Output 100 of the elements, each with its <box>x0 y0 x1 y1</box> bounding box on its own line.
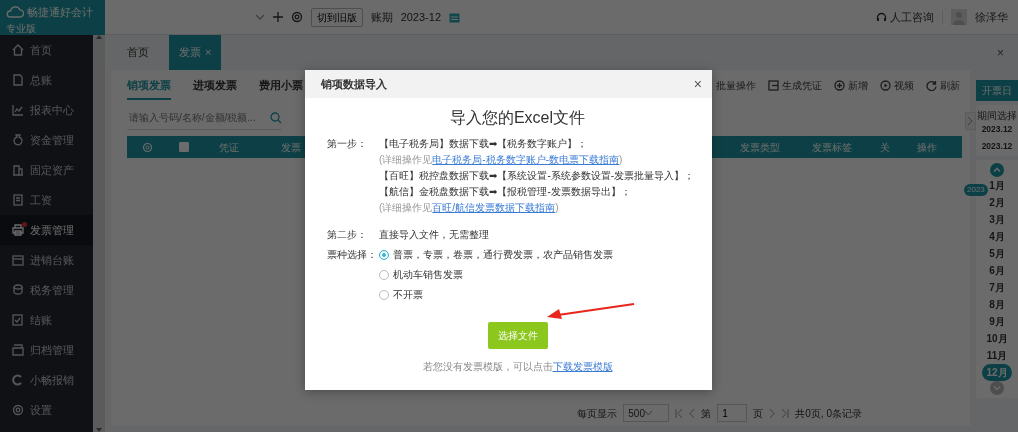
month-item[interactable]: 10月 <box>982 329 1012 347</box>
user-name[interactable]: 徐泽华 <box>975 8 1008 26</box>
toolbar-button[interactable]: 批量操作 <box>716 77 756 93</box>
column-header: 凭证 <box>218 140 239 155</box>
step-note: (详细操作见电子税务局-税务数字账户-数电票下载指南) <box>379 153 624 167</box>
month-item[interactable]: 6月 <box>985 261 1009 279</box>
column-header: 操作 <box>917 140 937 155</box>
search-icon[interactable] <box>270 111 282 124</box>
radio-button[interactable] <box>379 269 389 280</box>
chevron-up-icon[interactable] <box>990 162 1004 177</box>
plus-circle-icon <box>834 79 845 91</box>
switch-version-button[interactable]: 切到旧版 <box>310 7 363 27</box>
next-page-icon[interactable] <box>769 408 776 418</box>
export-icon <box>768 79 779 91</box>
column-header: 发票标签 <box>812 140 852 155</box>
first-page-icon[interactable] <box>675 408 684 418</box>
settings-icon <box>12 404 24 416</box>
month-item[interactable]: 1月 <box>985 176 1009 194</box>
checkbox[interactable] <box>178 142 189 152</box>
page-tab[interactable]: 发票 × <box>169 35 222 70</box>
page-tab[interactable]: 首页 <box>117 35 159 70</box>
month-item[interactable]: 2月 <box>985 193 1009 211</box>
radio-option[interactable]: 机动车销售发票 <box>379 267 708 282</box>
month-item[interactable]: 12月 <box>982 363 1012 381</box>
month-item[interactable]: 9月 <box>985 312 1009 330</box>
month-item[interactable]: 7月 <box>985 278 1009 296</box>
settings-icon[interactable] <box>290 11 303 23</box>
step-note: (详细操作见百旺/航信发票数据下载指南) <box>379 201 560 215</box>
close-button[interactable]: × <box>693 77 702 91</box>
toolbar-button[interactable]: 新增 <box>834 77 868 93</box>
sidebar-item[interactable]: 发票管理 <box>0 215 93 245</box>
footer-text: 若您没有发票模版，可以点击下载发票模版 <box>422 360 613 374</box>
dialog-heading: 导入您的Excel文件 <box>448 108 587 128</box>
building-icon <box>12 164 24 176</box>
archive-icon <box>12 344 24 356</box>
ledger-icon <box>12 254 24 266</box>
payslip-icon <box>12 194 24 206</box>
headset-icon[interactable] <box>876 11 887 23</box>
step-label: 第一步： <box>327 137 368 151</box>
month-item[interactable]: 3月 <box>985 210 1009 228</box>
chevron-right-icon <box>968 117 973 125</box>
close-button[interactable]: × <box>997 35 1004 70</box>
step-text: 【电子税务局】数据下载➡【税务数字账户】； <box>379 137 589 151</box>
period-end[interactable]: 2023.12 <box>981 139 1013 153</box>
step-label: 第二步： <box>327 228 368 242</box>
month-item[interactable]: 5月 <box>985 244 1009 262</box>
month-item[interactable]: 11月 <box>982 346 1012 364</box>
page-input[interactable]: 1 <box>717 404 748 422</box>
download-template-link[interactable]: 下载发票模版 <box>552 361 613 372</box>
checklist-icon <box>12 314 24 326</box>
edition-label: 专业版 <box>6 21 37 36</box>
radio-option[interactable]: 普票，专票，卷票，通行费发票，农产品销售发票 <box>379 247 708 262</box>
page-label: 页 <box>753 406 764 421</box>
plus-icon[interactable] <box>272 12 283 22</box>
period-start[interactable]: 2023.12 <box>981 123 1013 136</box>
page-size-label: 每页显示 <box>577 406 618 421</box>
toolbar-button[interactable]: 刷新 <box>926 77 960 93</box>
month-item[interactable]: 8月 <box>985 295 1009 313</box>
type-label: 票种选择： <box>327 248 378 262</box>
play-icon <box>880 79 891 91</box>
calendar-icon[interactable] <box>449 11 460 23</box>
c-letter-icon <box>12 374 24 386</box>
chevron-down-icon[interactable] <box>990 380 1004 395</box>
last-page-icon[interactable] <box>781 408 790 418</box>
radio-button[interactable] <box>379 289 389 300</box>
period-value[interactable]: 2023-12 <box>400 8 441 26</box>
collapse-handle[interactable] <box>965 112 976 130</box>
year-badge: 2023 <box>964 183 988 196</box>
page-label: 第 <box>701 406 712 421</box>
avatar-icon <box>951 9 967 25</box>
radio-button[interactable] <box>379 249 389 260</box>
column-header: 发票 <box>281 140 301 155</box>
choose-file-button[interactable]: 选择文件 <box>487 322 548 349</box>
previous-page-icon[interactable] <box>689 408 696 418</box>
page-size-select[interactable]: 500 <box>623 404 670 422</box>
chevron-down-icon <box>645 410 652 416</box>
coins-icon <box>12 284 24 296</box>
printer-icon <box>12 224 24 236</box>
sub-tab[interactable]: 费用小票 <box>259 78 303 100</box>
sub-tab[interactable]: 销项发票 <box>127 78 171 100</box>
support-link[interactable]: 人工咨询 <box>890 8 934 26</box>
chart-icon <box>12 104 24 116</box>
column-header: 发票类型 <box>739 140 780 155</box>
radio-option[interactable]: 不开票 <box>379 287 708 302</box>
guide-link[interactable]: 电子税务局-税务数字账户-数电票下载指南 <box>432 154 619 165</box>
close-icon[interactable]: × <box>205 44 212 61</box>
invoice-date-button[interactable]: 开票日 <box>976 80 1018 101</box>
toolbar-button[interactable]: 生成凭证 <box>768 77 822 93</box>
sub-tab[interactable]: 进项发票 <box>193 78 237 100</box>
period-label: 账期 <box>370 9 393 25</box>
step-text: 【航信】金税盘数据下载➡【报税管理-发票数据导出】； <box>379 185 632 199</box>
logo-text: 畅捷通好会计 <box>27 5 93 20</box>
step-text: 直接导入文件，无需整理 <box>379 228 490 242</box>
chevron-down-icon[interactable] <box>254 13 265 21</box>
step-text: 【百旺】税控盘数据下载➡【系统设置-系统参数设置-发票批量导入】； <box>379 169 696 183</box>
toolbar-button[interactable]: 视频 <box>880 77 914 93</box>
scrollbar[interactable] <box>93 35 105 432</box>
month-item[interactable]: 4月 <box>985 227 1009 245</box>
column-header: 关 <box>879 140 890 155</box>
refresh-icon <box>926 79 937 91</box>
